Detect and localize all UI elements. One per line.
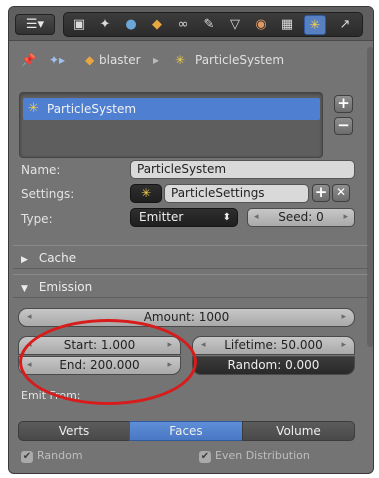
random-checkbox[interactable]: ✔ Random — [21, 449, 83, 463]
frame-start-field[interactable]: ◂ Start: 1.000 ▸ — [18, 336, 181, 355]
lifetime-random-field[interactable]: Random: 0.000 — [192, 356, 355, 375]
increment-icon[interactable]: ▸ — [167, 337, 172, 354]
constraints-icon[interactable]: ∞ — [172, 15, 194, 35]
settings-field[interactable]: ParticleSettings — [164, 184, 309, 203]
world-icon[interactable]: ● — [120, 15, 142, 35]
cache-section-header[interactable]: ▶ Cache — [13, 245, 369, 269]
type-label: Type: — [21, 212, 53, 226]
frame-start-value: Start: 1.000 — [63, 338, 136, 352]
render-icon[interactable]: ▣ — [68, 15, 90, 35]
amount-value: Amount: 1000 — [143, 310, 230, 324]
checkmark-icon: ✔ — [21, 451, 33, 463]
lifetime-field[interactable]: ◂ Lifetime: 50.000 ▸ — [192, 336, 355, 355]
settings-label: Settings: — [21, 187, 75, 201]
collapse-arrow-icon: ▼ — [21, 284, 28, 294]
context-tabs: ▣ ✦ ● ◆ ∞ ✎ ▽ ◉ ▦ ✳ ↗ — [63, 12, 363, 37]
context-path: 📌 ✦▸ ◆ blaster ▸ ✳ ParticleSystem — [15, 51, 367, 71]
particles-icon[interactable]: ✳ — [304, 15, 326, 35]
type-dropdown[interactable]: Emitter ⬍ — [130, 208, 238, 227]
object-name: blaster — [99, 53, 141, 67]
checkmark-icon: ✔ — [199, 451, 211, 463]
emit-from-label: Emit From: — [21, 389, 81, 402]
expand-arrow-icon: ▶ — [21, 255, 28, 265]
even-distribution-checkbox[interactable]: ✔ Even Distribution — [199, 449, 310, 463]
unlink-settings-icon[interactable]: ✕ — [332, 184, 350, 202]
seed-field[interactable]: ◂ Seed: 0 ▸ — [247, 208, 355, 227]
increment-icon[interactable]: ▸ — [343, 209, 348, 226]
emission-section-title: Emission — [38, 280, 93, 294]
emit-from-verts[interactable]: Verts — [18, 421, 130, 441]
even-distribution-label: Even Distribution — [215, 449, 310, 462]
particle-system-name: ParticleSystem — [195, 53, 285, 67]
settings-browse-icon[interactable]: ✳ — [130, 184, 162, 203]
amount-field[interactable]: ◂ Amount: 1000 ▸ — [18, 308, 355, 327]
scene-icon[interactable]: ✦ — [94, 15, 116, 35]
increment-icon[interactable]: ▸ — [167, 357, 172, 374]
name-field[interactable]: ParticleSystem — [130, 160, 355, 179]
increment-icon[interactable]: ▸ — [341, 337, 346, 354]
particles-icon: ✳ — [28, 101, 39, 116]
seed-value: Seed: 0 — [278, 210, 324, 224]
decrement-icon[interactable]: ◂ — [27, 337, 32, 354]
decrement-icon[interactable]: ◂ — [27, 357, 32, 374]
properties-header: ☰▾ ▣ ✦ ● ◆ ∞ ✎ ▽ ◉ ▦ ✳ ↗ — [9, 7, 373, 41]
pin-icon[interactable]: 📌 — [21, 53, 36, 67]
emission-section-header[interactable]: ▼ Emission — [13, 274, 369, 298]
material-icon[interactable]: ◉ — [250, 15, 272, 35]
lifetime-random-value: Random: 0.000 — [227, 358, 320, 372]
add-slot-button[interactable]: + — [334, 95, 353, 113]
properties-panel: ☰▾ ▣ ✦ ● ◆ ∞ ✎ ▽ ◉ ▦ ✳ ↗ 📌 ✦▸ ◆ blaster … — [8, 6, 374, 474]
list-item-label: ParticleSystem — [47, 102, 137, 116]
path-separator: ▸ — [153, 53, 160, 67]
name-label: Name: — [21, 163, 61, 177]
remove-slot-button[interactable]: − — [334, 117, 353, 135]
frame-end-value: End: 200.000 — [59, 358, 140, 372]
editor-type-icon[interactable]: ☰▾ — [15, 14, 55, 35]
type-value: Emitter — [139, 210, 184, 224]
object-path-icon: ◆ — [85, 53, 95, 67]
decrement-icon[interactable]: ◂ — [201, 337, 206, 354]
physics-icon[interactable]: ↗ — [334, 15, 356, 35]
lifetime-value: Lifetime: 50.000 — [224, 338, 323, 352]
scene-path-icon: ✦▸ — [49, 53, 66, 67]
emit-from-faces[interactable]: Faces — [129, 421, 243, 441]
particle-path-icon: ✳ — [175, 53, 186, 67]
cache-section-title: Cache — [38, 251, 77, 265]
decrement-icon[interactable]: ◂ — [27, 309, 32, 326]
chevron-down-icon: ⬍ — [222, 212, 231, 223]
decrement-icon[interactable]: ◂ — [254, 209, 259, 226]
particle-system-list[interactable]: ✳ ParticleSystem — [19, 92, 323, 158]
texture-icon[interactable]: ▦ — [276, 15, 298, 35]
increment-icon[interactable]: ▸ — [341, 309, 346, 326]
modifiers-icon[interactable]: ✎ — [198, 15, 220, 35]
random-checkbox-label: Random — [37, 449, 83, 462]
object-icon[interactable]: ◆ — [146, 15, 168, 35]
add-settings-icon[interactable]: + — [312, 184, 330, 202]
data-icon[interactable]: ▽ — [224, 15, 246, 35]
scrollbar[interactable] — [367, 47, 373, 347]
list-item[interactable]: ✳ ParticleSystem — [23, 98, 320, 120]
frame-end-field[interactable]: ◂ End: 200.000 ▸ — [18, 356, 181, 375]
emit-from-volume[interactable]: Volume — [242, 421, 355, 441]
